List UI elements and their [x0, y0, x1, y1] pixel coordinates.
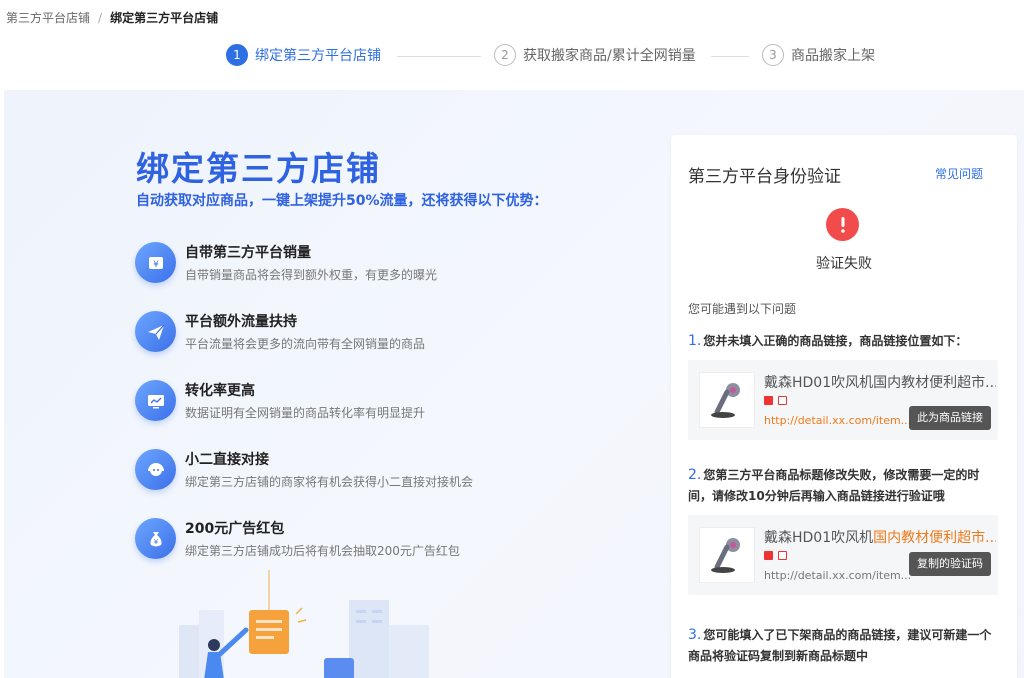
step-progress: 1 绑定第三方平台店铺 2 获取搬家商品/累计全网销量 3 商品搬家上架 [0, 44, 1024, 70]
product-title-highlight: 国内教材便利超市... [873, 530, 996, 546]
issue-number: 2. [688, 467, 702, 483]
svg-text:¥: ¥ [153, 538, 158, 546]
feature-desc: 绑定第三方店铺的商家将有机会获得小二直接对接机会 [185, 475, 474, 489]
issue-item: 1. 您并未填入正确的商品链接，商品链接位置如下： [688, 331, 998, 352]
breadcrumb: 第三方平台店铺 / 绑定第三方平台店铺 [6, 9, 218, 26]
issue-item: 2. 您第三方平台商品标题修改失败，修改需要一定的时间，请修改10分钟后再输入商品… [688, 465, 998, 507]
hero-title: 绑定第三方店铺 [136, 149, 381, 188]
product-title: 戴森HD01吹风机国内教材便利超市... [764, 527, 996, 547]
breadcrumb-parent[interactable]: 第三方平台店铺 [6, 9, 90, 26]
step-2-number: 2 [494, 44, 516, 66]
headset-icon [135, 449, 176, 490]
feature-title: 转化率更高 [185, 383, 255, 399]
step-connector [397, 56, 481, 57]
platform-badge-icon [778, 396, 787, 405]
panel-title: 第三方平台身份验证 [688, 167, 841, 187]
step-1: 1 绑定第三方平台店铺 [226, 44, 381, 66]
platform-badge-icon [764, 396, 773, 405]
feature-desc: 平台流量将会更多的流向带有全网销量的商品 [185, 337, 426, 351]
verification-code-example-card: 戴森HD01吹风机国内教材便利超市... http://detail.xx.co… [688, 515, 998, 595]
faq-link[interactable]: 常见问题 [935, 165, 983, 182]
feature-desc: 绑定第三方店铺成功后将有机会抽取200元广告红包 [185, 544, 460, 558]
paper-plane-icon [135, 311, 176, 352]
step-1-label: 绑定第三方平台店铺 [255, 48, 381, 64]
feature-title: 平台额外流量扶持 [185, 314, 297, 330]
chart-screen-icon [135, 380, 176, 421]
step-3: 3 商品搬家上架 [762, 44, 875, 66]
product-title-plain: 戴森HD01吹风机 [764, 530, 874, 546]
platform-badge-icon [778, 551, 787, 560]
svg-text:¥: ¥ [153, 260, 159, 270]
step-2-label: 获取搬家商品/累计全网销量 [523, 48, 696, 64]
money-bag-icon: ¥ [135, 518, 176, 559]
wallet-icon: ¥ [135, 242, 176, 283]
breadcrumb-separator: / [98, 10, 103, 25]
hero-subtitle: 自动获取对应商品，一键上架提升50%流量，还将获得以下优势： [136, 193, 548, 209]
verification-status: 验证失败 [816, 256, 872, 272]
feature-title: 小二直接对接 [185, 452, 269, 468]
issue-text: 您第三方平台商品标题修改失败，修改需要一定的时间，请修改10分钟后再输入商品链接… [688, 468, 980, 503]
product-url: http://detail.xx.com/item... [764, 414, 912, 427]
feature-desc: 自带销量商品将会得到额外权重，有更多的曝光 [185, 268, 438, 282]
product-link-tooltip: 此为商品链接 [909, 406, 991, 430]
feature-desc: 数据证明有全网销量的商品转化率有明显提升 [185, 406, 426, 420]
step-1-number: 1 [226, 44, 248, 66]
verification-panel: 第三方平台身份验证 常见问题 验证失败 您可能遇到以下问题 1. 您并未填入正确的… [671, 135, 1017, 678]
breadcrumb-current: 绑定第三方平台店铺 [110, 11, 219, 25]
platform-badge-icon [764, 551, 773, 560]
issue-text: 您并未填入正确的商品链接，商品链接位置如下： [703, 334, 968, 348]
product-title: 戴森HD01吹风机国内教材便利超市... [764, 375, 996, 391]
product-link-example-card: 戴森HD01吹风机国内教材便利超市... http://detail.xx.co… [688, 360, 998, 440]
bind-store-banner: 绑定第三方店铺 自动获取对应商品，一键上架提升50%流量，还将获得以下优势： ¥… [4, 90, 1024, 678]
issue-text: 您可能填入了已下架商品的商品链接，建议可新建一个商品将验证码复制到新商品标题中 [688, 628, 992, 663]
problem-hint: 您可能遇到以下问题 [688, 302, 797, 316]
step-connector [711, 56, 749, 57]
product-url: http://detail.xx.com/item... [764, 569, 912, 582]
platform-badges [764, 396, 787, 405]
feature-title: 自带第三方平台销量 [185, 245, 311, 261]
issue-number: 1. [688, 333, 702, 349]
step-3-number: 3 [762, 44, 784, 66]
step-3-label: 商品搬家上架 [791, 48, 875, 64]
verification-code-tooltip: 复制的验证码 [909, 552, 991, 576]
error-icon [826, 208, 859, 241]
decorative-illustration [174, 570, 434, 678]
product-thumbnail [699, 527, 755, 583]
step-2: 2 获取搬家商品/累计全网销量 [494, 44, 696, 66]
issue-number: 3. [688, 627, 702, 643]
platform-badges [764, 551, 787, 560]
product-thumbnail [699, 372, 755, 428]
issue-item: 3. 您可能填入了已下架商品的商品链接，建议可新建一个商品将验证码复制到新商品标题… [688, 625, 998, 667]
feature-title: 200元广告红包 [185, 521, 285, 537]
